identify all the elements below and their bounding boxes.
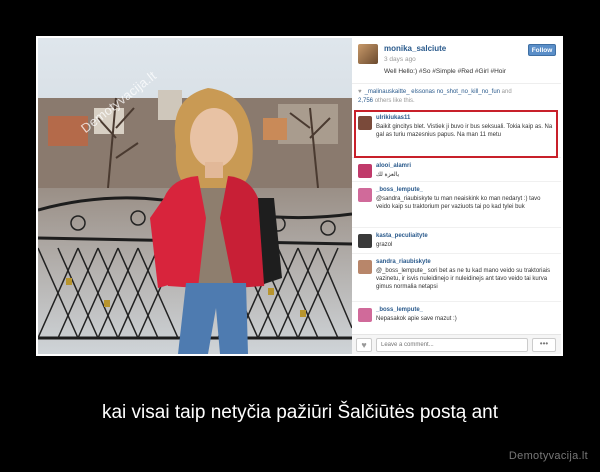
comment-bar: ♥ •••	[352, 334, 561, 354]
comment-text: Nepasakok apie save mazut :)	[376, 316, 457, 322]
commenter-avatar[interactable]	[358, 308, 372, 322]
comment-text: @_boss_lempute_ sori bet as ne tu kad ma…	[376, 268, 551, 290]
profile-avatar[interactable]	[358, 44, 378, 64]
commenter-avatar[interactable]	[358, 164, 372, 178]
post-photo: Demotyvacija.lt	[38, 38, 352, 354]
instagram-post-panel: monika_salciute 3 days ago Well Hello:) …	[352, 38, 561, 354]
heart-icon: ♥	[361, 340, 367, 350]
comment-item: _boss_lempute_ Nepasakok apie save mazut…	[352, 304, 561, 330]
comment-input[interactable]	[376, 338, 528, 352]
likes-count[interactable]: 2,756	[358, 98, 373, 104]
more-options-button[interactable]: •••	[532, 338, 556, 352]
post-username[interactable]: monika_salciute	[384, 44, 446, 53]
commenter-avatar[interactable]	[358, 234, 372, 248]
comment-username[interactable]: kasta_peculiaityte	[376, 233, 428, 239]
motto-text: kai visai taip netyčia pažiūri Šalčiūtės…	[101, 402, 499, 423]
post-caption: Well Hello:) #So #Simple #Red #Girl #Hoi…	[384, 68, 506, 75]
likes-others: others like this.	[374, 98, 415, 104]
demotivator-frame: Demotyvacija.lt monika_salciute 3 days a…	[36, 36, 563, 356]
follow-button[interactable]: Follow	[528, 44, 556, 56]
likers-names[interactable]: _malinauskaitte_ elssonas no_shot_no_kil…	[365, 89, 500, 95]
highlight-box	[354, 110, 558, 158]
post-time: 3 days ago	[384, 56, 416, 63]
commenter-avatar[interactable]	[358, 188, 372, 202]
likes-line: ♥ _malinauskaitte_ elssonas no_shot_no_ki…	[358, 88, 558, 106]
comment-item: kasta_peculiaityte grazol	[352, 230, 561, 254]
comment-username[interactable]: alooi_alamri	[376, 163, 411, 169]
comment-username[interactable]: sandra_riaubiskyte	[376, 259, 431, 265]
like-button[interactable]: ♥	[356, 338, 372, 352]
comment-item: _boss_lempute_ @sandra_riaubiskyte tu ma…	[352, 184, 561, 228]
comment-text: grazol	[376, 242, 393, 248]
comment-username[interactable]: _boss_lempute_	[376, 307, 423, 313]
comment-item: alooi_alamri يالعزة لك	[352, 160, 561, 182]
commenter-avatar[interactable]	[358, 260, 372, 274]
comment-text: يالعزة لك	[376, 172, 400, 178]
comment-item: sandra_riaubiskyte @_boss_lempute_ sori …	[352, 256, 561, 302]
site-watermark: Demotyvacija.lt	[508, 450, 588, 462]
comment-text: @sandra_riaubiskyte tu man neaiskink ko …	[376, 196, 541, 210]
likes-and: and	[501, 89, 512, 95]
heart-icon: ♥	[358, 89, 362, 95]
post-header: monika_salciute 3 days ago Well Hello:) …	[352, 38, 561, 84]
comment-username[interactable]: _boss_lempute_	[376, 187, 423, 193]
photo-illustration	[38, 38, 352, 354]
